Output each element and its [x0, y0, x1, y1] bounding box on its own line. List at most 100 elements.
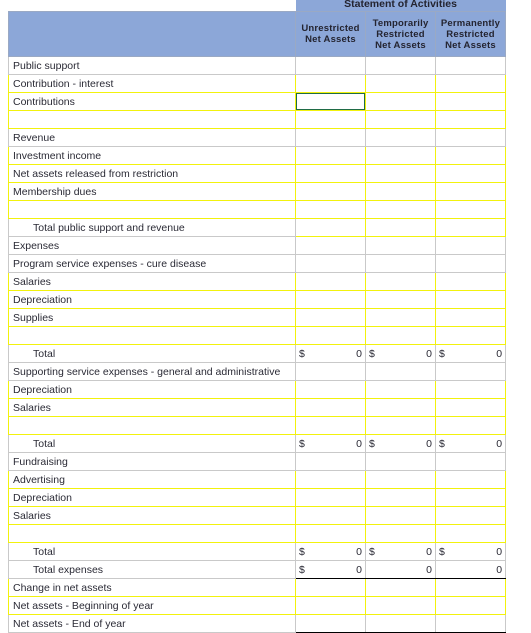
value-cell[interactable]: [434, 380, 507, 399]
value-cell[interactable]: [365, 308, 436, 327]
value-cell[interactable]: [434, 488, 507, 507]
row-label[interactable]: Total: [8, 344, 296, 363]
value-cell[interactable]: [295, 200, 366, 219]
value-cell[interactable]: [365, 290, 436, 309]
value-cell[interactable]: [365, 254, 436, 273]
value-cell[interactable]: [365, 128, 436, 147]
value-cell[interactable]: [295, 452, 366, 471]
value-cell[interactable]: [295, 290, 366, 309]
row-label[interactable]: Investment income: [8, 146, 296, 165]
value-cell[interactable]: $0: [295, 344, 366, 363]
value-cell[interactable]: $0: [434, 344, 507, 363]
value-cell[interactable]: [365, 236, 436, 255]
value-cell[interactable]: [295, 56, 366, 75]
value-cell[interactable]: [365, 110, 436, 129]
value-cell[interactable]: [365, 362, 436, 381]
row-label-empty[interactable]: [8, 110, 296, 129]
value-cell[interactable]: [295, 614, 366, 633]
value-cell[interactable]: [434, 146, 507, 165]
value-cell[interactable]: [295, 236, 366, 255]
value-cell[interactable]: [434, 56, 507, 75]
value-cell[interactable]: $0: [365, 344, 436, 363]
value-cell[interactable]: [365, 218, 436, 237]
value-cell[interactable]: [434, 362, 507, 381]
row-label[interactable]: Advertising: [8, 470, 296, 489]
row-label[interactable]: Salaries: [8, 506, 296, 525]
value-cell[interactable]: $0: [295, 560, 366, 579]
value-cell[interactable]: [434, 254, 507, 273]
value-cell[interactable]: [434, 236, 507, 255]
value-cell[interactable]: [295, 578, 366, 597]
value-cell[interactable]: [295, 308, 366, 327]
row-label[interactable]: Membership dues: [8, 182, 296, 201]
value-cell[interactable]: [365, 92, 436, 111]
value-cell[interactable]: [434, 308, 507, 327]
value-cell[interactable]: [295, 470, 366, 489]
value-cell[interactable]: 0: [365, 560, 436, 579]
row-label[interactable]: Total: [8, 434, 296, 453]
value-cell[interactable]: [434, 452, 507, 471]
row-label[interactable]: Supplies: [8, 308, 296, 327]
value-cell[interactable]: [434, 182, 507, 201]
row-label[interactable]: Salaries: [8, 272, 296, 291]
value-cell[interactable]: [295, 74, 366, 93]
value-cell[interactable]: [365, 524, 436, 543]
value-cell[interactable]: [295, 272, 366, 291]
row-label[interactable]: Fundraising: [8, 452, 296, 471]
value-cell[interactable]: [434, 110, 507, 129]
row-label[interactable]: Supporting service expenses - general an…: [8, 362, 296, 381]
value-cell[interactable]: [365, 182, 436, 201]
value-cell[interactable]: [434, 578, 507, 597]
row-label[interactable]: Contributions: [8, 92, 296, 111]
row-label[interactable]: Revenue: [8, 128, 296, 147]
row-label[interactable]: Salaries: [8, 398, 296, 417]
row-label[interactable]: Total public support and revenue: [8, 218, 296, 237]
value-cell[interactable]: [295, 326, 366, 345]
value-cell[interactable]: [365, 578, 436, 597]
value-cell[interactable]: [434, 416, 507, 435]
value-cell[interactable]: [365, 470, 436, 489]
value-cell[interactable]: $0: [365, 542, 436, 561]
value-cell[interactable]: [434, 326, 507, 345]
value-cell[interactable]: [295, 128, 366, 147]
value-cell[interactable]: [295, 416, 366, 435]
value-cell[interactable]: [434, 218, 507, 237]
value-cell[interactable]: 0: [434, 560, 507, 579]
value-cell[interactable]: [295, 182, 366, 201]
row-label[interactable]: Net assets - Beginning of year: [8, 596, 296, 615]
value-cell[interactable]: [365, 200, 436, 219]
value-cell[interactable]: [365, 452, 436, 471]
value-cell[interactable]: [295, 380, 366, 399]
row-label[interactable]: Net assets released from restriction: [8, 164, 296, 183]
value-cell[interactable]: [434, 614, 507, 633]
value-cell[interactable]: [434, 470, 507, 489]
row-label[interactable]: Depreciation: [8, 488, 296, 507]
value-cell[interactable]: [295, 218, 366, 237]
value-cell[interactable]: [434, 524, 507, 543]
row-label-empty[interactable]: [8, 416, 296, 435]
value-cell[interactable]: $0: [295, 542, 366, 561]
value-cell[interactable]: [365, 380, 436, 399]
row-label[interactable]: Total expenses: [8, 560, 296, 579]
row-label[interactable]: Depreciation: [8, 290, 296, 309]
selected-cell[interactable]: [295, 92, 366, 111]
value-cell[interactable]: [295, 164, 366, 183]
value-cell[interactable]: [295, 146, 366, 165]
value-cell[interactable]: [434, 272, 507, 291]
row-label[interactable]: Depreciation: [8, 380, 296, 399]
value-cell[interactable]: [434, 200, 507, 219]
value-cell[interactable]: [365, 506, 436, 525]
row-label[interactable]: Public support: [8, 56, 296, 75]
row-label[interactable]: Contribution - interest: [8, 74, 296, 93]
value-cell[interactable]: [295, 506, 366, 525]
value-cell[interactable]: [434, 128, 507, 147]
value-cell[interactable]: $0: [434, 542, 507, 561]
value-cell[interactable]: [295, 254, 366, 273]
value-cell[interactable]: $0: [365, 434, 436, 453]
value-cell[interactable]: [365, 488, 436, 507]
value-cell[interactable]: [365, 272, 436, 291]
value-cell[interactable]: [365, 146, 436, 165]
value-cell[interactable]: $0: [295, 434, 366, 453]
value-cell[interactable]: [295, 398, 366, 417]
row-label-empty[interactable]: [8, 200, 296, 219]
